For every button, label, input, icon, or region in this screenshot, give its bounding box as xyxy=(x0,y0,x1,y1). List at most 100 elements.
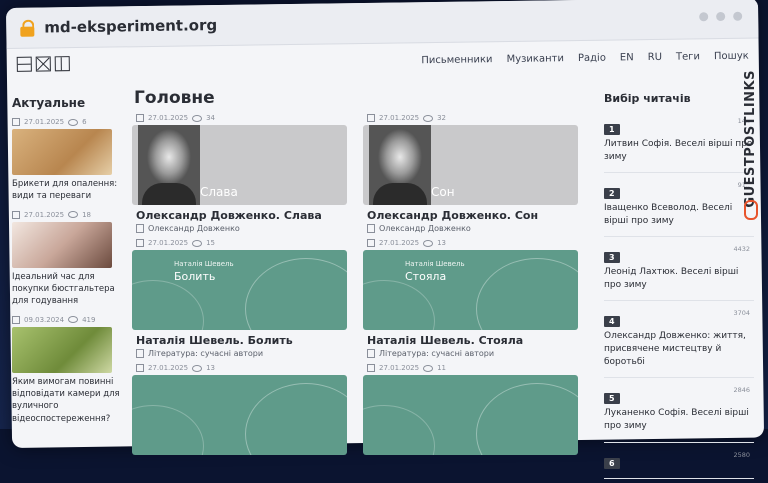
chain-link-icon xyxy=(744,200,758,220)
eye-icon xyxy=(192,239,203,247)
article-link[interactable]: Іващенко Всеволод. Веселі вірші про зиму xyxy=(604,202,754,228)
sidebar-readers-choice: Вибір читачів 1 14.. Литвин Софія. Веселі … xyxy=(604,92,754,483)
article-meta: 27.01.2025 32 xyxy=(367,114,578,122)
article-link[interactable]: Леонід Лахтюк. Веселі вірші про зиму xyxy=(604,266,754,292)
view-count: 2580 xyxy=(733,450,750,459)
article-title[interactable]: Наталія Шевель. Стояла xyxy=(367,334,578,347)
article-link[interactable]: Луканенко Софія. Веселі вірші про зиму xyxy=(604,407,754,433)
url-text: md-eksperiment.org xyxy=(44,16,218,37)
rank-badge: 2 xyxy=(604,188,620,200)
document-icon xyxy=(136,349,144,358)
article-title[interactable]: Наталія Шевель. Болить xyxy=(136,334,347,347)
article-meta: 27.01.2025 11 xyxy=(367,364,578,372)
rank-badge: 4 xyxy=(604,316,620,328)
article-card[interactable]: 27.01.2025 32 Сон Олександр Довженко. Сон… xyxy=(363,114,578,233)
article-meta: 09.03.2024 419 xyxy=(12,315,122,324)
article-card[interactable]: 27.01.2025 11 xyxy=(363,364,578,455)
document-icon xyxy=(136,224,144,233)
calendar-icon xyxy=(367,114,375,122)
watermark-text: GUESTPOSTLINKS xyxy=(743,70,758,208)
eye-icon xyxy=(68,316,79,324)
article-image[interactable]: Наталія Шевель Стояла xyxy=(363,250,578,330)
calendar-icon xyxy=(136,239,144,247)
eye-icon xyxy=(423,239,434,247)
nav-item-musicians[interactable]: Музиканти xyxy=(506,53,564,65)
portrait-image xyxy=(369,125,431,205)
article-image[interactable]: Слава xyxy=(132,125,347,205)
lock-icon xyxy=(20,19,35,37)
eye-icon xyxy=(192,114,203,122)
article-category[interactable]: Література: сучасні автори xyxy=(136,349,347,358)
article-thumbnail[interactable] xyxy=(12,221,112,268)
calendar-icon xyxy=(367,364,375,372)
article-title[interactable]: Олександр Довженко. Сон xyxy=(367,209,578,222)
sidebar-actual: Актуальне 27.01.2025 6 Брикети для опален… xyxy=(12,96,122,433)
article-link[interactable]: Брикети для опалення: види та переваги xyxy=(12,178,122,203)
watermark: GUESTPOSTLINKS xyxy=(740,70,762,230)
nav-item-ru[interactable]: RU xyxy=(648,52,662,63)
document-icon xyxy=(367,224,375,233)
calendar-icon xyxy=(136,364,144,372)
list-item[interactable]: 5 2846 Луканенко Софія. Веселі вірші про з… xyxy=(604,382,754,443)
calendar-icon xyxy=(367,239,375,247)
logo-cross-icon xyxy=(35,56,51,72)
view-count: 2846 xyxy=(733,386,750,395)
window-controls xyxy=(699,11,743,22)
list-item[interactable]: 3 4432 Леонід Лахтюк. Веселі вірші про зим… xyxy=(604,241,754,302)
eye-icon xyxy=(192,364,203,372)
calendar-icon xyxy=(12,315,20,324)
article-card[interactable]: 27.01.2025 13 xyxy=(132,364,347,455)
section-title: Актуальне xyxy=(12,96,86,110)
article-category[interactable]: Література: сучасні автори xyxy=(367,349,578,358)
eye-icon xyxy=(423,364,434,372)
article-title[interactable]: Олександр Довженко. Слава xyxy=(136,209,347,222)
calendar-icon xyxy=(12,210,20,219)
article-thumbnail[interactable] xyxy=(12,326,112,373)
article-meta: 27.01.2025 13 xyxy=(136,364,347,372)
nav-item-tags[interactable]: Теги xyxy=(676,51,700,62)
nav-item-writers[interactable]: Письменники xyxy=(421,54,492,66)
main-content: Головне 27.01.2025 34 Слава Олександр Дов… xyxy=(132,88,594,455)
window-dot-icon[interactable] xyxy=(716,11,726,22)
rank-badge: 3 xyxy=(604,252,620,264)
card-grid: 27.01.2025 34 Слава Олександр Довженко. С… xyxy=(132,114,594,455)
article-link[interactable]: Ідеальний час для покупки бюстгальтера д… xyxy=(12,271,122,308)
portrait-image xyxy=(138,125,200,205)
article-meta: 27.01.2025 18 xyxy=(12,210,122,219)
article-image[interactable]: Сон xyxy=(363,125,578,205)
site-logo[interactable] xyxy=(16,56,70,72)
eye-icon xyxy=(68,211,79,219)
logo-square-icon xyxy=(16,56,32,72)
article-meta: 27.01.2025 6 xyxy=(12,118,122,126)
window-dot-icon[interactable] xyxy=(733,11,743,21)
list-item[interactable]: 4 3704 Олександр Довженко: життя, присвяче… xyxy=(604,305,754,379)
nav-item-search[interactable]: Пошук xyxy=(714,51,749,62)
article-link[interactable]: Литвин Софія. Веселі вірші про зиму xyxy=(604,138,754,164)
list-item[interactable]: 2 91.. Іващенко Всеволод. Веселі вірші про… xyxy=(604,177,754,238)
article-link[interactable]: Яким вимогам повинні відповідати камери … xyxy=(12,376,122,425)
article-thumbnail[interactable] xyxy=(12,129,112,175)
list-item[interactable]: 1 14.. Литвин Софія. Веселі вірші про зиму xyxy=(604,113,754,174)
article-meta: 27.01.2025 15 xyxy=(136,239,347,247)
list-item[interactable]: 6 2580 xyxy=(604,447,754,479)
article-card[interactable]: 27.01.2025 13 Наталія Шевель Стояла Наталі… xyxy=(363,239,578,358)
rank-badge: 5 xyxy=(604,393,620,405)
article-card[interactable]: 27.01.2025 15 Наталія Шевель Болить Наталі… xyxy=(132,239,347,358)
article-card[interactable]: 27.01.2025 34 Слава Олександр Довженко. С… xyxy=(132,114,347,233)
eye-icon xyxy=(68,118,79,126)
main-menu: Письменники Музиканти Радіо EN RU Теги П… xyxy=(421,51,749,67)
nav-item-radio[interactable]: Радіо xyxy=(578,53,606,64)
section-title: Вибір читачів xyxy=(604,92,691,105)
calendar-icon xyxy=(12,118,20,126)
nav-item-en[interactable]: EN xyxy=(620,52,634,63)
window-dot-icon[interactable] xyxy=(699,12,709,22)
article-image[interactable] xyxy=(132,375,347,455)
rank-badge: 1 xyxy=(604,124,620,135)
article-image[interactable]: Наталія Шевель Болить xyxy=(132,250,347,330)
page-title: Головне xyxy=(134,88,215,108)
article-image[interactable] xyxy=(363,375,578,455)
article-category[interactable]: Олександр Довженко xyxy=(136,224,347,233)
view-count: 4432 xyxy=(733,245,750,254)
article-category[interactable]: Олександр Довженко xyxy=(367,224,578,233)
article-link[interactable]: Олександр Довженко: життя, присвячене ми… xyxy=(604,330,754,369)
